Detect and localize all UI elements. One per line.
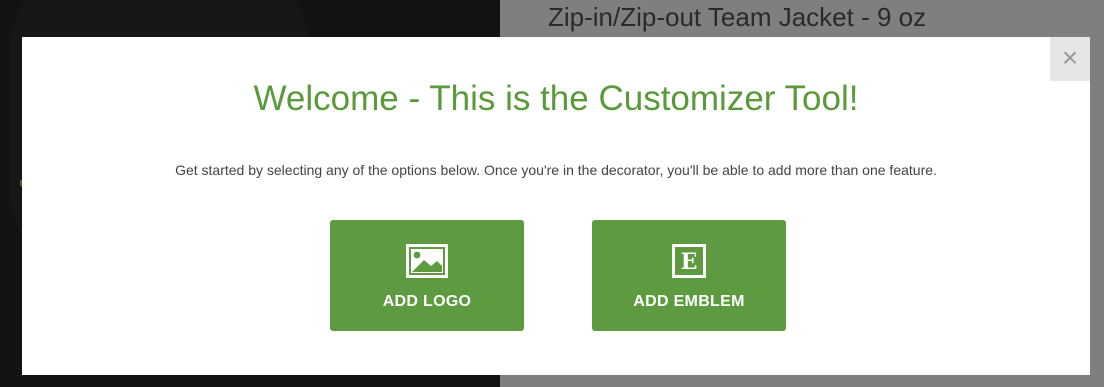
modal-description: Get started by selecting any of the opti… — [175, 162, 937, 178]
close-button[interactable]: × — [1050, 37, 1090, 81]
add-emblem-button[interactable]: E ADD EMBLEM — [592, 220, 786, 331]
add-logo-button[interactable]: ADD LOGO — [330, 220, 524, 331]
emblem-e-icon: E — [672, 244, 706, 283]
close-icon[interactable]: × — [1062, 42, 1078, 73]
modal-title: Welcome - This is the Customizer Tool! — [253, 79, 859, 118]
emblem-glyph: E — [681, 249, 698, 275]
customizer-welcome-modal: × Welcome - This is the Customizer Tool!… — [22, 37, 1090, 375]
add-logo-label: ADD LOGO — [382, 293, 472, 310]
image-icon — [406, 244, 448, 283]
add-emblem-label: ADD EMBLEM — [633, 293, 745, 310]
